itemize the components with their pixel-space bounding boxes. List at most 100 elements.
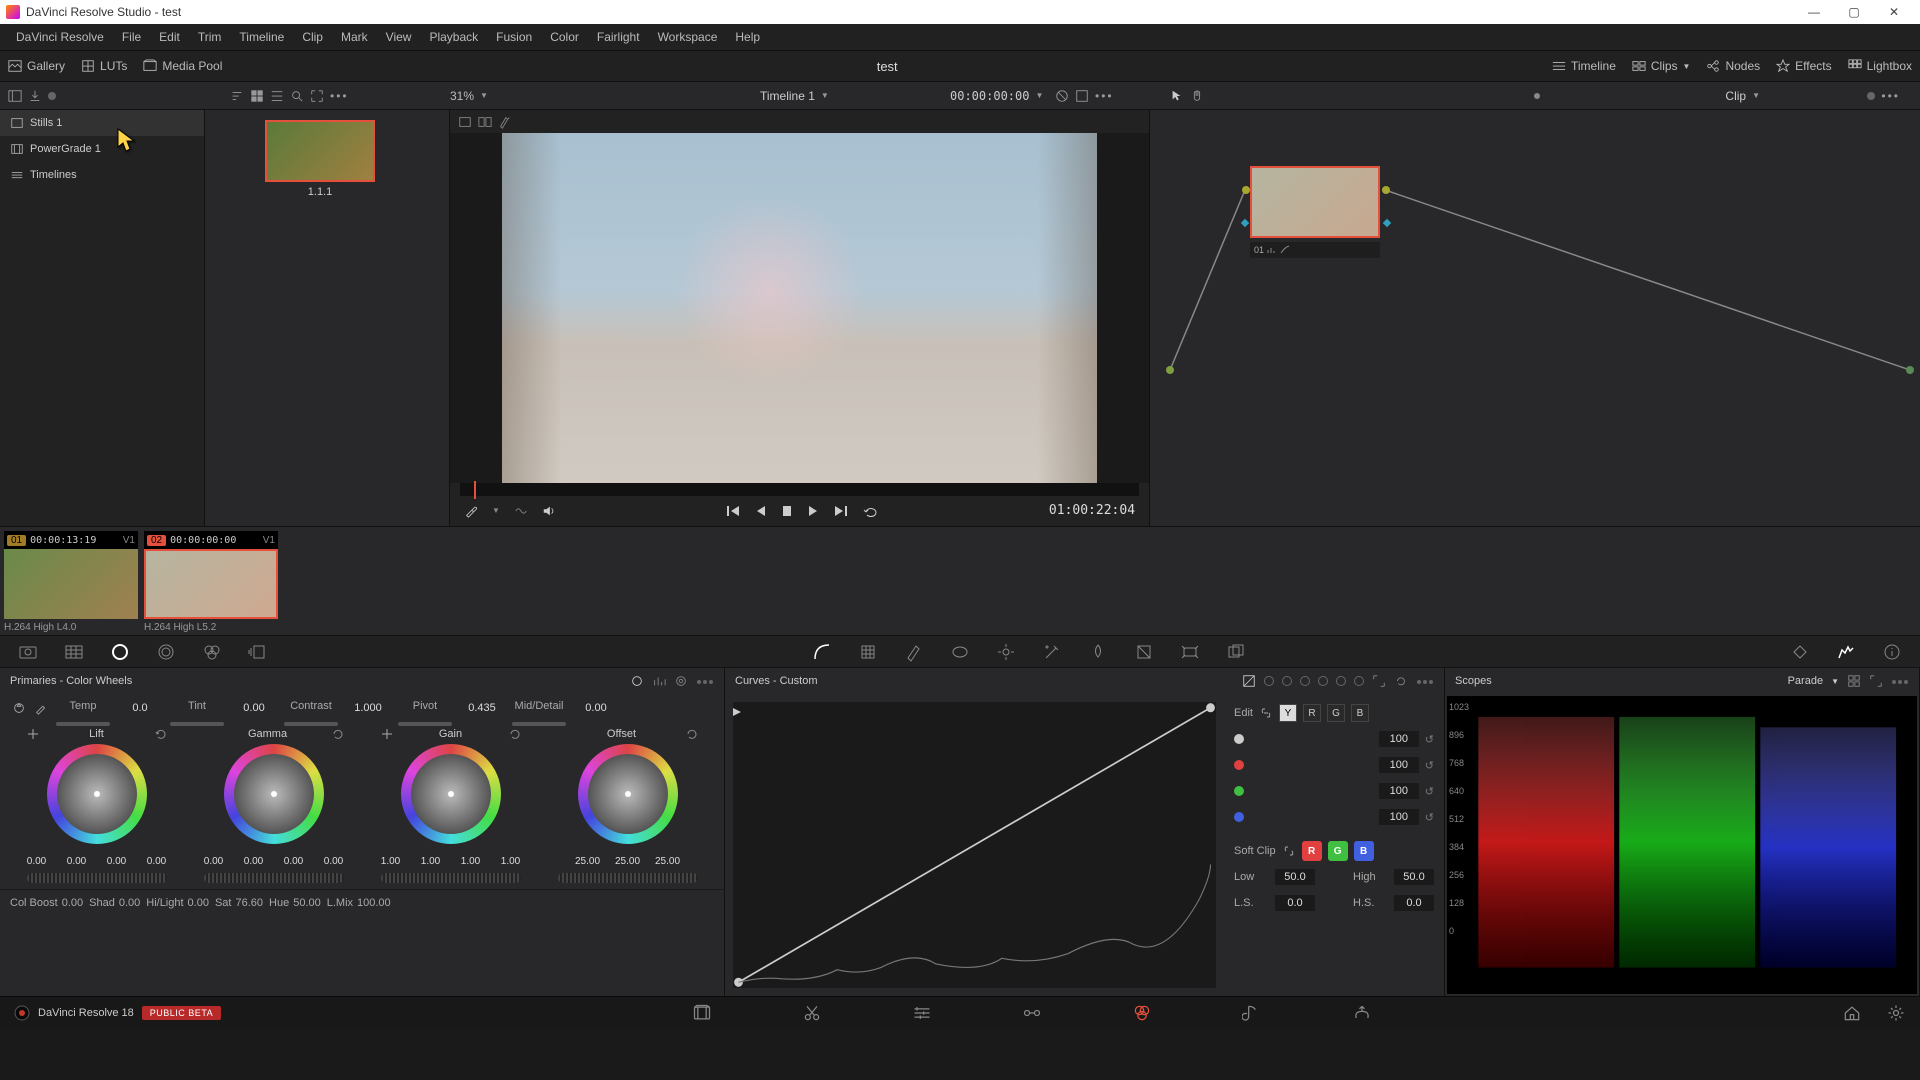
pivot-value[interactable]: 0.435	[460, 702, 504, 714]
media-page-icon[interactable]	[692, 1003, 712, 1023]
offset-jog[interactable]	[558, 873, 698, 883]
stop-icon[interactable]	[781, 504, 793, 518]
lift-v1[interactable]: 0.00	[20, 856, 54, 867]
shad-value[interactable]: 0.00	[119, 897, 140, 909]
reset-icon[interactable]	[508, 728, 520, 740]
node-in-connector[interactable]	[1242, 186, 1250, 194]
more-icon[interactable]	[696, 675, 714, 687]
grid-view-icon[interactable]	[250, 89, 264, 103]
gallery-toggle[interactable]: Gallery	[0, 55, 73, 77]
window-icon[interactable]	[950, 642, 970, 662]
cut-page-icon[interactable]	[802, 1003, 822, 1023]
clip-mode-label[interactable]: Clip	[1725, 89, 1746, 103]
reset-icon[interactable]: ↺	[1425, 759, 1434, 772]
magic-mask-icon[interactable]	[1042, 642, 1062, 662]
menu-file[interactable]: File	[114, 27, 149, 47]
primaries-icon[interactable]	[110, 642, 130, 662]
more-icon[interactable]	[1891, 675, 1909, 687]
info-icon[interactable]	[1882, 642, 1902, 662]
hue-value[interactable]: 50.00	[293, 897, 321, 909]
gamma-v4[interactable]: 0.00	[317, 856, 351, 867]
gain-wheel[interactable]	[401, 744, 501, 844]
lum-intensity[interactable]: 100	[1379, 731, 1419, 747]
record-dot[interactable]	[1867, 92, 1875, 100]
blur-icon[interactable]	[1088, 642, 1108, 662]
scope-settings-icon[interactable]	[1847, 674, 1861, 688]
gamma-jog[interactable]	[204, 873, 344, 883]
more-icon[interactable]	[1416, 675, 1434, 687]
crosshair-icon[interactable]	[381, 728, 393, 740]
low-value[interactable]: 50.0	[1275, 869, 1315, 885]
viewer-timecode[interactable]: 00:00:00:00	[950, 89, 1029, 103]
reset-icon[interactable]	[685, 728, 697, 740]
unmix-icon[interactable]	[514, 504, 528, 518]
curve-handle-icon[interactable]	[731, 706, 743, 718]
sat-vs-sat-icon[interactable]	[1336, 676, 1346, 686]
fairlight-page-icon[interactable]	[1242, 1003, 1262, 1023]
custom-curve-icon[interactable]	[1242, 674, 1256, 688]
first-frame-icon[interactable]	[725, 504, 741, 518]
motion-icon[interactable]	[248, 642, 268, 662]
close-button[interactable]: ✕	[1874, 5, 1914, 19]
hilight-value[interactable]: 0.00	[188, 897, 209, 909]
channel-y-button[interactable]: Y	[1279, 704, 1297, 722]
lift-v3[interactable]: 0.00	[100, 856, 134, 867]
hs-value[interactable]: 0.0	[1394, 895, 1434, 911]
log-mode-icon[interactable]	[674, 674, 688, 688]
chevron-down-icon[interactable]: ▼	[492, 506, 500, 515]
node-thumbnail[interactable]	[1250, 166, 1380, 238]
timeline-toggle[interactable]: Timeline	[1544, 55, 1624, 77]
colboost-value[interactable]: 0.00	[62, 897, 83, 909]
temp-value[interactable]: 0.0	[118, 702, 162, 714]
gamma-v1[interactable]: 0.00	[197, 856, 231, 867]
gain-v4[interactable]: 1.00	[494, 856, 528, 867]
gain-v1[interactable]: 1.00	[374, 856, 408, 867]
loop-icon[interactable]	[863, 504, 879, 518]
blue-intensity[interactable]: 100	[1379, 809, 1419, 825]
node-nav-dot[interactable]	[1534, 93, 1540, 99]
hand-icon[interactable]	[1190, 89, 1204, 103]
bypass-icon[interactable]	[1055, 89, 1069, 103]
menu-clip[interactable]: Clip	[294, 27, 331, 47]
hdr-icon[interactable]	[156, 642, 176, 662]
lift-v4[interactable]: 0.00	[140, 856, 174, 867]
qualifier-icon[interactable]	[904, 642, 924, 662]
gallery-album-powergrade[interactable]: PowerGrade 1	[0, 136, 204, 162]
chevron-down-icon[interactable]: ▼	[480, 91, 488, 100]
menu-edit[interactable]: Edit	[151, 27, 188, 47]
gain-v2[interactable]: 1.00	[414, 856, 448, 867]
expand-icon[interactable]	[1372, 674, 1386, 688]
reset-all-icon[interactable]	[1394, 674, 1408, 688]
link-icon[interactable]	[1282, 844, 1296, 858]
effects-toggle[interactable]: Effects	[1768, 55, 1839, 77]
gain-v3[interactable]: 1.00	[454, 856, 488, 867]
pick-white-icon[interactable]	[34, 701, 48, 715]
hue-vs-sat-icon[interactable]	[1282, 676, 1292, 686]
lift-jog[interactable]	[27, 873, 167, 883]
expand-icon[interactable]	[310, 89, 324, 103]
menu-mark[interactable]: Mark	[333, 27, 376, 47]
offset-v1[interactable]: 25.00	[571, 856, 605, 867]
offset-wheel[interactable]	[578, 744, 678, 844]
crosshair-icon[interactable]	[27, 728, 39, 740]
nodes-toggle[interactable]: Nodes	[1698, 55, 1768, 77]
luts-toggle[interactable]: LUTs	[73, 55, 135, 77]
expand-icon[interactable]	[1869, 674, 1883, 688]
menu-help[interactable]: Help	[727, 27, 768, 47]
mediapool-toggle[interactable]: Media Pool	[135, 55, 230, 77]
zoom-level[interactable]: 31%	[450, 89, 474, 103]
more-icon[interactable]: •••	[330, 89, 349, 103]
menu-view[interactable]: View	[378, 27, 420, 47]
chevron-down-icon[interactable]: ▼	[1831, 677, 1839, 686]
fullscreen-icon[interactable]	[1075, 89, 1089, 103]
settings-icon[interactable]	[1886, 1003, 1906, 1023]
high-value[interactable]: 50.0	[1394, 869, 1434, 885]
wheels-mode-icon[interactable]	[630, 674, 644, 688]
contrast-value[interactable]: 1.000	[346, 702, 390, 714]
color-checker-icon[interactable]	[64, 642, 84, 662]
edit-page-icon[interactable]	[912, 1003, 932, 1023]
menu-fusion[interactable]: Fusion	[488, 27, 540, 47]
sat-vs-lum-icon[interactable]	[1354, 676, 1364, 686]
fusion-page-icon[interactable]	[1022, 1003, 1042, 1023]
record-dot[interactable]	[48, 92, 56, 100]
